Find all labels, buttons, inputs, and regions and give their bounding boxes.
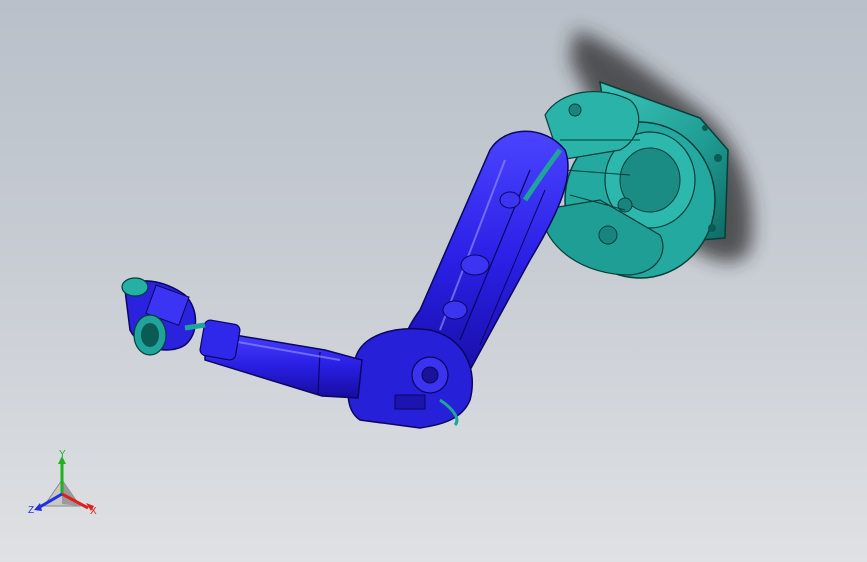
robot-wrist[interactable] — [121, 277, 206, 356]
robot-forearm[interactable] — [199, 319, 363, 399]
z-axis-label: Z — [28, 505, 35, 516]
coordinate-triad[interactable]: Y X Z — [28, 450, 100, 520]
y-axis-label: Y — [59, 449, 66, 460]
graphics-viewport[interactable]: Y X Z — [0, 0, 867, 562]
robot-model-view[interactable] — [0, 0, 867, 562]
robot-elbow[interactable] — [347, 328, 474, 429]
x-axis-label: X — [90, 506, 97, 517]
